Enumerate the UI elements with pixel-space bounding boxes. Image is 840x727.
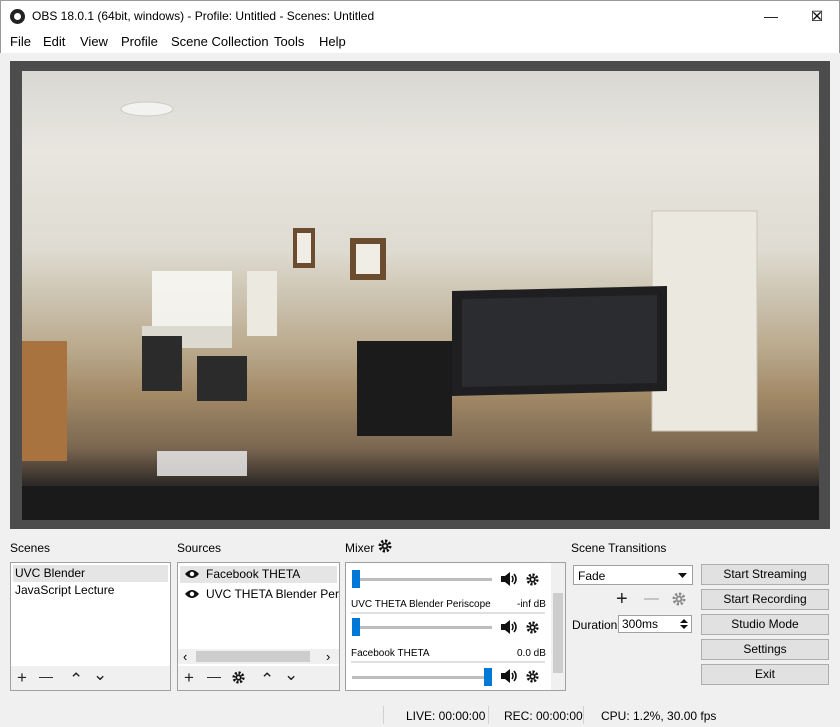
channel-name: UVC THETA Blender Periscope [351, 599, 491, 610]
start-streaming-button[interactable]: Start Streaming [701, 564, 829, 585]
scene-item[interactable]: UVC Blender [13, 565, 168, 582]
source-item[interactable]: UVC THETA Blender Periscope [180, 586, 340, 603]
menu-edit[interactable]: Edit [43, 34, 65, 49]
volume-slider-track[interactable] [352, 676, 492, 679]
menu-file[interactable]: File [10, 34, 31, 49]
scenes-label: Scenes [10, 541, 51, 555]
mixer-label: Mixer [345, 541, 375, 555]
channel-meter [351, 661, 545, 663]
start-recording-button[interactable]: Start Recording [701, 589, 829, 610]
mixer-vertical-scrollbar[interactable] [551, 563, 565, 690]
scene-up-button[interactable]: ⌃ [69, 671, 83, 688]
room-360-image [22, 101, 819, 520]
speaker-icon[interactable] [499, 570, 517, 588]
remove-scene-button[interactable]: — [39, 668, 53, 685]
channel-name: Facebook THETA [351, 648, 430, 659]
transition-properties-gear-icon[interactable] [671, 591, 687, 607]
scroll-thumb[interactable] [553, 593, 563, 673]
chevron-down-icon [678, 573, 687, 578]
title-bar: OBS 18.0.1 (64bit, windows) - Profile: U… [0, 0, 840, 31]
speaker-icon[interactable] [499, 618, 517, 636]
volume-slider-track[interactable] [352, 578, 492, 581]
status-divider [383, 706, 384, 724]
preview-canvas[interactable] [22, 71, 819, 520]
settings-button[interactable]: Settings [701, 639, 829, 660]
obs-logo-icon [10, 9, 25, 24]
rec-timer: REC: 00:00:00 [504, 709, 583, 723]
studio-mode-button[interactable]: Studio Mode [701, 614, 829, 635]
volume-slider-track[interactable] [352, 626, 492, 629]
exit-button[interactable]: Exit [701, 664, 829, 685]
scenes-toolbar: + — ⌃ ⌄ [11, 666, 170, 690]
menu-help[interactable]: Help [319, 34, 346, 49]
scroll-thumb[interactable] [196, 651, 310, 662]
source-up-button[interactable]: ⌃ [260, 671, 274, 688]
channel-level: 0.0 dB [517, 648, 546, 659]
live-timer: LIVE: 00:00:00 [406, 709, 486, 723]
remove-source-button[interactable]: — [207, 668, 221, 685]
scene-down-button[interactable]: ⌄ [93, 666, 107, 683]
status-bar: LIVE: 00:00:00 REC: 00:00:00 CPU: 1.2%, … [0, 703, 840, 727]
scenes-panel: UVC Blender JavaScript Lecture + — ⌃ ⌄ [10, 562, 171, 691]
source-properties-gear-icon[interactable] [231, 670, 246, 685]
channel-meter [351, 612, 545, 614]
volume-slider-handle[interactable] [484, 668, 492, 686]
remove-transition-button[interactable]: — [644, 590, 659, 607]
volume-slider-handle[interactable] [352, 570, 360, 588]
mixer-panel: UVC THETA Blender Periscope -inf dB Face… [345, 562, 566, 691]
channel-gear-icon[interactable] [525, 572, 540, 587]
channel-gear-icon[interactable] [525, 669, 540, 684]
duration-spinbox[interactable]: 300ms [618, 615, 692, 633]
source-down-button[interactable]: ⌄ [284, 666, 298, 683]
source-name: UVC THETA Blender Periscope [206, 587, 340, 601]
status-divider [583, 706, 584, 724]
status-divider [488, 706, 489, 724]
speaker-icon[interactable] [499, 667, 517, 685]
sources-label: Sources [177, 541, 222, 555]
scene-transitions-label: Scene Transitions [571, 541, 667, 555]
minimize-button[interactable]: — [748, 1, 794, 31]
sources-toolbar: + — ⌃ ⌄ [178, 666, 339, 690]
cpu-fps-readout: CPU: 1.2%, 30.00 fps [601, 709, 717, 723]
menu-view[interactable]: View [80, 34, 108, 49]
duration-label: Duration [572, 618, 618, 632]
add-scene-button[interactable]: + [17, 669, 27, 686]
transition-select-value: Fade [578, 569, 606, 583]
menu-tools[interactable]: Tools [274, 34, 304, 49]
duration-value: 300ms [622, 617, 659, 631]
spin-arrows-icon[interactable] [680, 618, 688, 630]
scroll-right-arrow[interactable]: › [326, 649, 330, 664]
close-button[interactable]: ✕ [794, 1, 840, 31]
sources-horizontal-scrollbar[interactable]: ‹ › [178, 649, 339, 664]
mixer-settings-gear-icon[interactable] [377, 538, 393, 554]
menu-bar: File Edit View Profile Scene Collection … [0, 31, 840, 53]
transition-select[interactable]: Fade [573, 565, 693, 585]
source-item[interactable]: Facebook THETA [180, 566, 337, 583]
eye-icon[interactable] [184, 589, 200, 599]
eye-icon[interactable] [184, 569, 200, 579]
menu-profile[interactable]: Profile [121, 34, 158, 49]
scene-item[interactable]: JavaScript Lecture [13, 582, 168, 599]
menu-scene-collection[interactable]: Scene Collection [171, 34, 269, 49]
scroll-left-arrow[interactable]: ‹ [183, 649, 187, 664]
add-transition-button[interactable]: + [616, 589, 628, 609]
window-title: OBS 18.0.1 (64bit, windows) - Profile: U… [32, 9, 375, 23]
volume-slider-handle[interactable] [352, 618, 360, 636]
source-name: Facebook THETA [206, 567, 301, 581]
channel-level: -inf dB [517, 599, 546, 610]
channel-gear-icon[interactable] [525, 620, 540, 635]
sources-panel: Facebook THETA UVC THETA Blender Perisco… [177, 562, 340, 691]
add-source-button[interactable]: + [184, 669, 194, 686]
